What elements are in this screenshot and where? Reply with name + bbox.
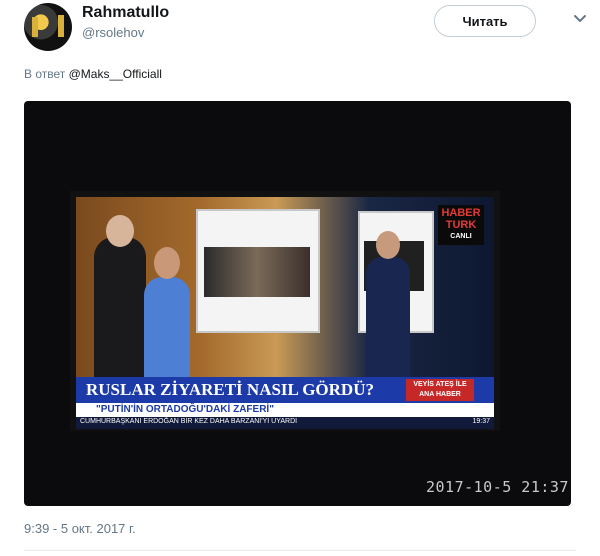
reply-prefix: В ответ [24, 67, 66, 81]
person-figure [94, 215, 146, 382]
avatar[interactable] [24, 3, 72, 51]
tv-clock: 19:37 [472, 418, 490, 425]
banner-subtitle: "PUTİN'İN ORTADOĞU'DAKİ ZAFERİ" [96, 404, 274, 415]
follow-button[interactable]: Читать [434, 5, 536, 37]
anchor-figure [366, 231, 410, 382]
camera-date-stamp: 2017-10-5 21:37 [426, 478, 569, 496]
channel-logo: HABER TURK CANLI [438, 205, 484, 245]
logo-line1: HABER [441, 207, 481, 219]
author-handle[interactable]: @rsolehov [82, 25, 144, 40]
tv-screen: HABER TURK CANLI RUSLAR ZİYARETİ NASIL G… [70, 191, 500, 431]
logo-live: CANLI [450, 233, 472, 240]
program-tag: VEYİS ATEŞ İLE ANA HABER [406, 379, 474, 401]
presenter-figure [144, 247, 190, 382]
studio-screen-tweet [196, 209, 320, 333]
news-subbar: "PUTİN'İN ORTADOĞU'DAKİ ZAFERİ" [76, 403, 494, 417]
tweet-timestamp[interactable]: 9:39 - 5 окт. 2017 г. [24, 521, 136, 536]
reply-mention-link[interactable]: @Maks__Officiall [69, 67, 162, 81]
news-ticker: CUMHURBAŞKANI ERDOĞAN BİR KEZ DAHA BARZA… [76, 417, 494, 429]
tv-studio-scene: HABER TURK CANLI [76, 197, 494, 382]
logo-line2: TURK [445, 219, 477, 231]
tweet-media-image[interactable]: HABER TURK CANLI RUSLAR ZİYARETİ NASIL G… [24, 101, 571, 506]
divider [24, 550, 576, 551]
reply-context: В ответ @Maks__Officiall [24, 67, 162, 81]
chevron-down-icon[interactable] [572, 10, 588, 26]
ticker-text: CUMHURBAŞKANI ERDOĞAN BİR KEZ DAHA BARZA… [80, 418, 298, 425]
author-name[interactable]: Rahmatullo [82, 4, 169, 22]
banner-title: RUSLAR ZİYARETİ NASIL GÖRDÜ? [86, 380, 374, 399]
